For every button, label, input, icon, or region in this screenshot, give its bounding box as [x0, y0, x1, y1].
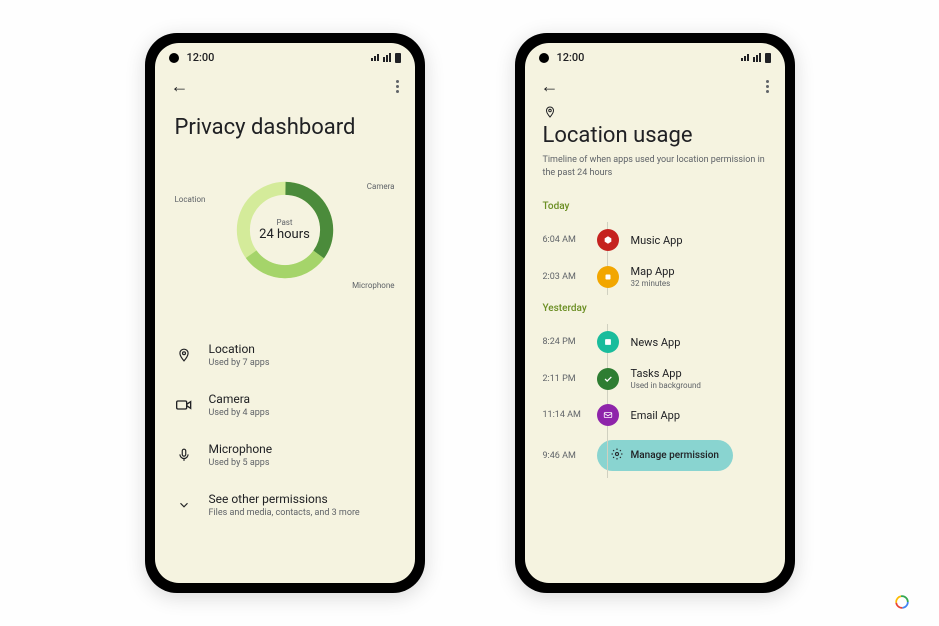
- app-icon-news: [597, 331, 619, 353]
- app-icon-email: [597, 404, 619, 426]
- signal-icon: [371, 54, 379, 61]
- app-sub: 32 minutes: [631, 279, 675, 288]
- app-name: Music App: [631, 234, 683, 247]
- timeline-item: 9:46 AM Manage permission: [543, 433, 767, 478]
- page-subtitle: Timeline of when apps used your location…: [543, 154, 767, 179]
- timeline-time: 2:11 PM: [543, 374, 585, 384]
- timeline-item[interactable]: 2:03 AM Map App 32 minutes: [543, 258, 767, 295]
- item-sub: Used by 4 apps: [209, 408, 270, 418]
- list-item-camera[interactable]: Camera Used by 4 apps: [175, 380, 395, 430]
- app-sub: Used in background: [631, 381, 701, 390]
- status-icons: [741, 53, 771, 63]
- topbar: ←: [155, 68, 415, 105]
- list-item-location[interactable]: Location Used by 7 apps: [175, 330, 395, 380]
- manage-permission-button[interactable]: Manage permission: [597, 440, 733, 471]
- item-title: Microphone: [209, 442, 273, 456]
- camera-hole-icon: [539, 53, 549, 63]
- battery-icon: [395, 53, 401, 63]
- manage-label: Manage permission: [631, 450, 719, 461]
- donut-label-location: Location: [175, 195, 206, 204]
- phone-privacy-dashboard: 12:00 ← Privacy dashboard Past: [145, 33, 425, 593]
- item-title: Camera: [209, 392, 270, 406]
- status-time: 12:00: [557, 51, 585, 64]
- status-icons: [371, 53, 401, 63]
- more-button[interactable]: [396, 80, 399, 93]
- timeline-time: 2:03 AM: [543, 272, 585, 282]
- timeline-time: 8:24 PM: [543, 337, 585, 347]
- item-sub: Files and media, contacts, and 3 more: [209, 508, 360, 518]
- timeline-time: 9:46 AM: [543, 451, 585, 461]
- timeline-item[interactable]: 8:24 PM News App: [543, 324, 767, 360]
- timeline-item[interactable]: 6:04 AM Music App: [543, 222, 767, 258]
- battery-icon: [765, 53, 771, 63]
- gear-icon: [611, 448, 623, 463]
- chevron-down-icon: [175, 496, 193, 514]
- location-icon: [175, 346, 193, 364]
- screen: 12:00 ← Privacy dashboard Past: [155, 43, 415, 583]
- more-button[interactable]: [766, 80, 769, 93]
- app-name: News App: [631, 336, 681, 349]
- timeline-time: 6:04 AM: [543, 235, 585, 245]
- microphone-icon: [175, 446, 193, 464]
- section-today: Today: [543, 201, 767, 212]
- wifi-icon: [753, 53, 761, 62]
- camera-icon: [175, 396, 193, 414]
- status-bar: 12:00: [155, 43, 415, 68]
- wifi-icon: [383, 53, 391, 62]
- item-sub: Used by 5 apps: [209, 458, 273, 468]
- google-logo-icon: [895, 594, 909, 608]
- phone-location-usage: 12:00 ← Location usage Timeline of when …: [515, 33, 795, 593]
- screen: 12:00 ← Location usage Timeline of when …: [525, 43, 785, 583]
- usage-donut-chart: Past 24 hours Location Camera Microphone: [175, 160, 395, 300]
- donut-label-camera: Camera: [367, 182, 395, 191]
- donut-small-label: Past: [259, 218, 310, 227]
- item-sub: Used by 7 apps: [209, 358, 270, 368]
- app-icon-tasks: [597, 368, 619, 390]
- app-icon-music: [597, 229, 619, 251]
- donut-big-label: 24 hours: [259, 227, 310, 242]
- app-name: Map App: [631, 265, 675, 278]
- donut-label-microphone: Microphone: [352, 281, 394, 290]
- status-time: 12:00: [187, 51, 215, 64]
- app-name: Email App: [631, 409, 681, 422]
- item-title: Location: [209, 342, 270, 356]
- topbar: ←: [525, 68, 785, 105]
- timeline-item[interactable]: 11:14 AM Email App: [543, 397, 767, 433]
- item-title: See other permissions: [209, 492, 360, 506]
- location-icon: [543, 105, 557, 119]
- status-bar: 12:00: [525, 43, 785, 68]
- section-yesterday: Yesterday: [543, 303, 767, 314]
- page-title: Location usage: [543, 123, 767, 148]
- signal-icon: [741, 54, 749, 61]
- timeline-time: 11:14 AM: [543, 410, 585, 420]
- app-icon-map: [597, 266, 619, 288]
- timeline-item[interactable]: 2:11 PM Tasks App Used in background: [543, 360, 767, 397]
- back-button[interactable]: ←: [541, 76, 559, 97]
- page-title: Privacy dashboard: [175, 115, 395, 140]
- camera-hole-icon: [169, 53, 179, 63]
- back-button[interactable]: ←: [171, 76, 189, 97]
- list-item-microphone[interactable]: Microphone Used by 5 apps: [175, 430, 395, 480]
- list-item-see-other[interactable]: See other permissions Files and media, c…: [175, 480, 395, 530]
- app-name: Tasks App: [631, 367, 701, 380]
